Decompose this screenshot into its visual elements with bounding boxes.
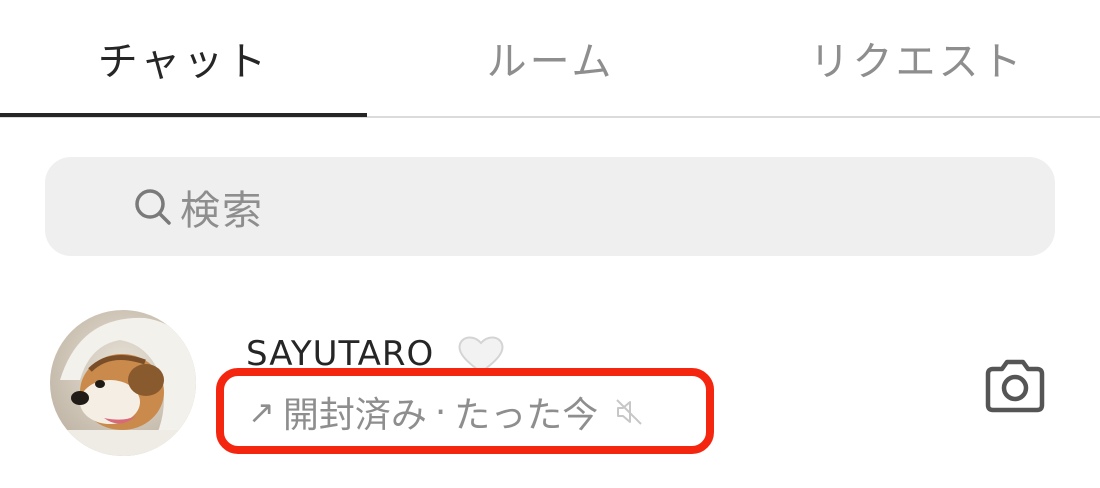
search-input[interactable]: 検索 xyxy=(45,157,1055,256)
tab-rooms[interactable]: ルーム xyxy=(367,0,734,116)
direct-messages-screen: チャット ルーム リクエスト 検索 SAYUTARO ↗ 開封済み · たった今 xyxy=(0,0,1100,488)
tab-chat[interactable]: チャット xyxy=(0,0,367,116)
avatar-dog-photo xyxy=(50,310,196,456)
search-icon xyxy=(135,189,171,225)
chat-list-item[interactable]: SAYUTARO ↗ 開封済み · たった今 xyxy=(0,300,1100,470)
search-placeholder: 検索 xyxy=(180,187,264,234)
active-tab-indicator xyxy=(0,113,367,117)
tab-requests[interactable]: リクエスト xyxy=(734,0,1100,116)
avatar[interactable] xyxy=(50,310,196,456)
annotation-highlight xyxy=(216,368,714,454)
camera-icon[interactable] xyxy=(982,358,1048,414)
tab-bar: チャット ルーム リクエスト xyxy=(0,0,1100,118)
